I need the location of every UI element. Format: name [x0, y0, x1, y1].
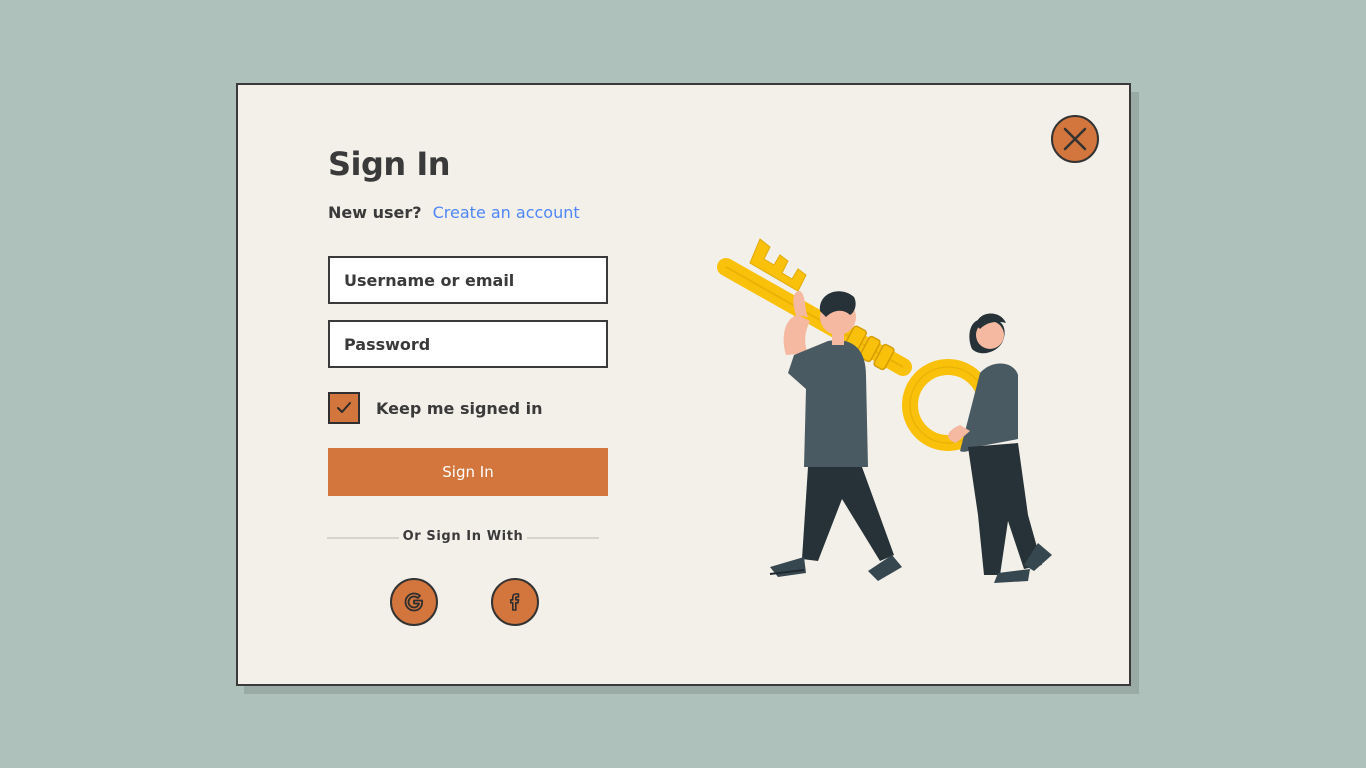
page-title: Sign In — [328, 145, 451, 183]
social-divider-label: Or Sign In With — [402, 529, 524, 544]
create-account-link[interactable]: Create an account — [433, 203, 580, 222]
username-input[interactable] — [328, 256, 608, 304]
password-input[interactable] — [328, 320, 608, 368]
facebook-sign-in-button[interactable] — [491, 578, 539, 626]
facebook-icon — [510, 593, 520, 611]
new-user-row: New user? Create an account — [328, 203, 580, 222]
close-icon — [1063, 127, 1087, 151]
google-icon — [404, 592, 424, 612]
page-background: { "colors": { "background": "#aec1bb", "… — [0, 0, 1366, 768]
woman-figure — [948, 313, 1052, 583]
man-figure — [769, 291, 902, 581]
google-sign-in-button[interactable] — [390, 578, 438, 626]
keep-signed-in-label[interactable]: Keep me signed in — [376, 399, 543, 418]
sign-in-dialog: Sign In New user? Create an account Keep… — [236, 83, 1131, 686]
new-user-label: New user? — [328, 203, 422, 222]
divider-line-right — [527, 537, 599, 539]
sign-in-button[interactable]: Sign In — [328, 448, 608, 496]
checkmark-icon — [337, 402, 351, 413]
divider-line-left — [327, 537, 399, 539]
key-illustration — [717, 238, 1052, 583]
close-button[interactable] — [1051, 115, 1099, 163]
keep-signed-in-checkbox[interactable] — [328, 392, 360, 424]
